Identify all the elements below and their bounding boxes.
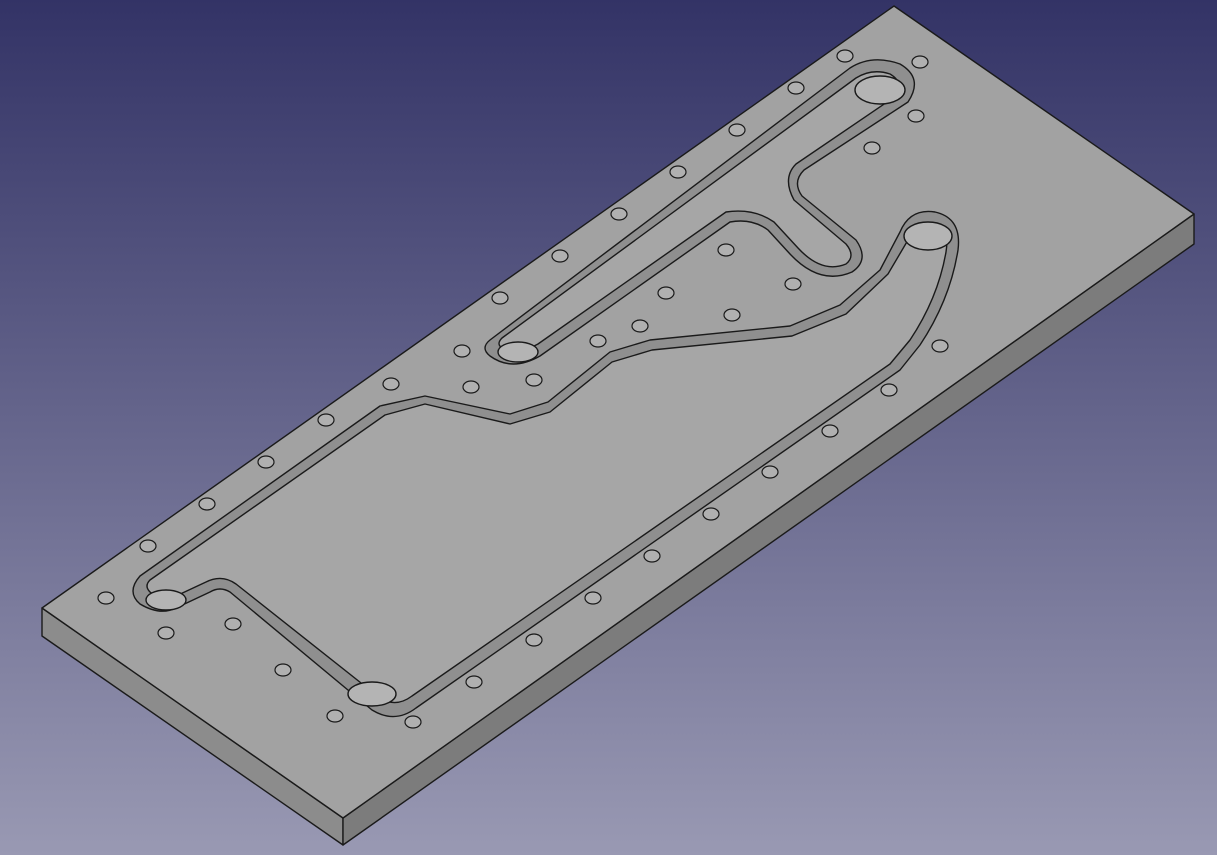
bolt-hole [702,507,720,521]
bolt-hole [382,377,400,391]
bolt-hole [224,617,242,631]
bolt-hole [728,123,746,137]
bolt-hole [404,715,422,729]
bolt-hole [931,339,949,353]
bolt-hole [784,277,802,291]
bolt-hole [525,373,543,387]
port-hole-center [497,341,539,363]
bolt-hole [657,286,675,300]
bolt-hole [610,207,628,221]
bolt-hole [453,344,471,358]
bolt-hole [584,591,602,605]
bolt-hole [157,626,175,640]
bolt-hole [631,319,649,333]
bolt-hole [761,465,779,479]
bolt-hole [465,675,483,689]
bolt-hole [589,334,607,348]
port-hole-top [854,75,906,105]
bolt-hole [317,413,335,427]
port-hole-bottom [347,681,397,707]
bolt-hole [723,308,741,322]
port-hole-left [145,589,187,611]
bolt-hole [911,55,929,69]
bolt-hole [491,291,509,305]
bolt-hole [257,455,275,469]
bolt-hole [525,633,543,647]
bolt-hole [462,380,480,394]
bolt-hole [551,249,569,263]
3d-viewport[interactable] [0,0,1217,855]
bolt-hole [907,109,925,123]
port-hole-right [903,221,953,251]
bolt-hole [821,424,839,438]
bolt-hole [643,549,661,563]
bolt-hole [97,591,115,605]
bolt-hole [717,243,735,257]
bolt-hole [139,539,157,553]
bolt-hole [669,165,687,179]
bolt-hole [274,663,292,677]
bolt-hole [863,141,881,155]
bolt-hole [198,497,216,511]
bolt-hole [880,383,898,397]
3d-scene[interactable] [0,0,1217,855]
bolt-hole [836,49,854,63]
bolt-hole [326,709,344,723]
bolt-hole [787,81,805,95]
